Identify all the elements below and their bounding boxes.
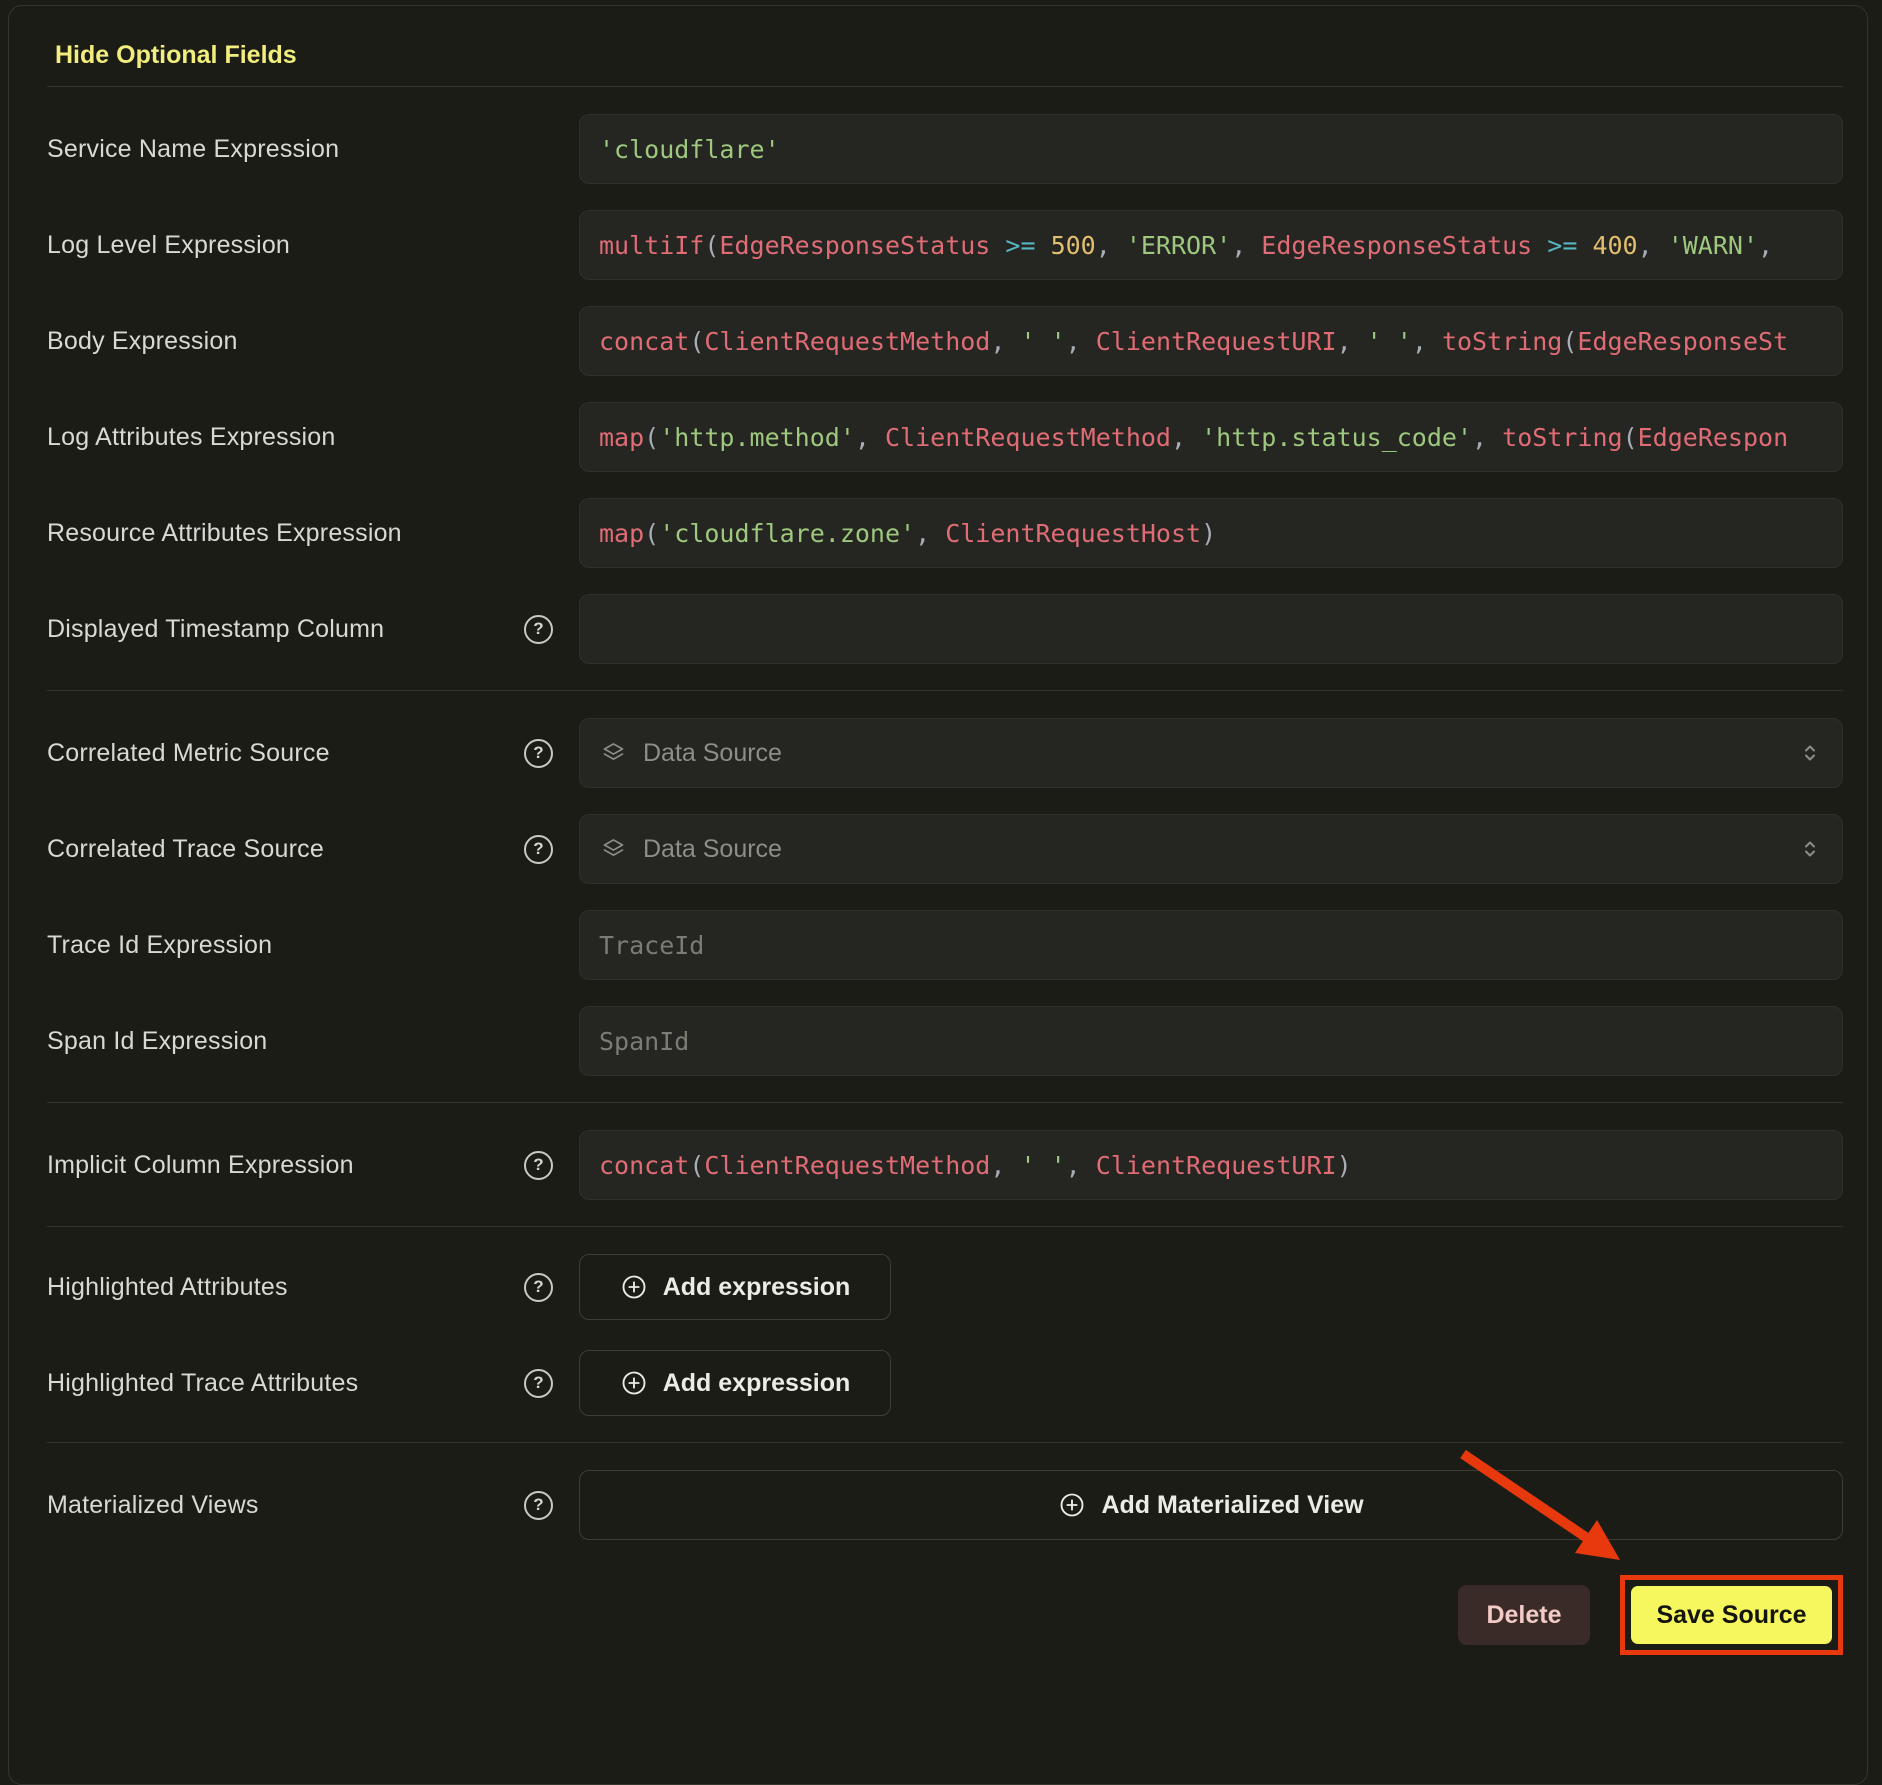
select-placeholder: Data Source (643, 835, 782, 864)
resource-attributes-row: Resource Attributes Expression map('clou… (47, 498, 1843, 568)
help-icon[interactable]: ? (524, 1273, 553, 1302)
resource-attributes-input[interactable]: map('cloudflare.zone', ClientRequestHost… (579, 498, 1843, 568)
displayed-timestamp-row: Displayed Timestamp Column ? (47, 594, 1843, 664)
add-materialized-view-label: Add Materialized View (1101, 1491, 1363, 1520)
correlated-metric-select[interactable]: Data Source (579, 718, 1843, 788)
trace-id-row: Trace Id Expression (47, 910, 1843, 980)
highlighted-trace-attributes-label: Highlighted Trace Attributes (47, 1369, 358, 1398)
plus-circle-icon (620, 1369, 648, 1397)
trace-id-input[interactable] (579, 910, 1843, 980)
add-expression-label: Add expression (663, 1273, 851, 1302)
divider (47, 86, 1843, 87)
body-expression-row: Body Expression concat(ClientRequestMeth… (47, 306, 1843, 376)
log-level-label: Log Level Expression (47, 231, 290, 260)
highlighted-attributes-label: Highlighted Attributes (47, 1273, 288, 1302)
log-level-row: Log Level Expression multiIf(EdgeRespons… (47, 210, 1843, 280)
resource-attributes-label: Resource Attributes Expression (47, 519, 402, 548)
help-icon[interactable]: ? (524, 1491, 553, 1520)
divider (47, 1442, 1843, 1443)
highlighted-attributes-row: Highlighted Attributes ? Add expression (47, 1254, 1843, 1320)
implicit-column-label: Implicit Column Expression (47, 1151, 354, 1180)
materialized-views-label: Materialized Views (47, 1491, 259, 1520)
correlated-trace-select[interactable]: Data Source (579, 814, 1843, 884)
service-name-label: Service Name Expression (47, 135, 339, 164)
add-expression-button[interactable]: Add expression (579, 1254, 891, 1320)
log-attributes-label: Log Attributes Expression (47, 423, 336, 452)
log-level-input[interactable]: multiIf(EdgeResponseStatus >= 500, 'ERRO… (579, 210, 1843, 280)
add-expression-label: Add expression (663, 1369, 851, 1398)
footer-actions: Delete Save Source (47, 1578, 1843, 1652)
span-id-label: Span Id Expression (47, 1027, 267, 1056)
body-expression-input[interactable]: concat(ClientRequestMethod, ' ', ClientR… (579, 306, 1843, 376)
body-expression-label: Body Expression (47, 327, 238, 356)
layers-icon (600, 836, 627, 863)
select-placeholder: Data Source (643, 739, 782, 768)
plus-circle-icon (1058, 1491, 1086, 1519)
plus-circle-icon (620, 1273, 648, 1301)
source-settings-panel: Hide Optional Fields Service Name Expres… (8, 5, 1868, 1785)
span-id-input[interactable] (579, 1006, 1843, 1076)
chevron-selector-icon (1798, 837, 1822, 861)
divider (47, 690, 1843, 691)
implicit-column-row: Implicit Column Expression ? concat(Clie… (47, 1130, 1843, 1200)
service-name-row: Service Name Expression 'cloudflare' (47, 114, 1843, 184)
red-highlight-box: Save Source (1620, 1575, 1843, 1655)
correlated-metric-row: Correlated Metric Source ? Data Source (47, 718, 1843, 788)
span-id-row: Span Id Expression (47, 1006, 1843, 1076)
add-materialized-view-button[interactable]: Add Materialized View (579, 1470, 1843, 1540)
displayed-timestamp-label: Displayed Timestamp Column (47, 615, 384, 644)
help-icon[interactable]: ? (524, 739, 553, 768)
displayed-timestamp-input[interactable] (579, 594, 1843, 664)
log-attributes-input[interactable]: map('http.method', ClientRequestMethod, … (579, 402, 1843, 472)
chevron-selector-icon (1798, 741, 1822, 765)
divider (47, 1226, 1843, 1227)
layers-icon (600, 740, 627, 767)
highlighted-trace-attributes-row: Highlighted Trace Attributes ? Add expre… (47, 1350, 1843, 1416)
correlated-trace-label: Correlated Trace Source (47, 835, 324, 864)
implicit-column-input[interactable]: concat(ClientRequestMethod, ' ', ClientR… (579, 1130, 1843, 1200)
materialized-views-row: Materialized Views ? Add Materialized Vi… (47, 1470, 1843, 1540)
add-expression-button[interactable]: Add expression (579, 1350, 891, 1416)
delete-button[interactable]: Delete (1458, 1585, 1590, 1645)
save-source-button[interactable]: Save Source (1631, 1586, 1832, 1644)
trace-id-label: Trace Id Expression (47, 931, 272, 960)
help-icon[interactable]: ? (524, 1151, 553, 1180)
help-icon[interactable]: ? (524, 615, 553, 644)
hide-optional-fields-link[interactable]: Hide Optional Fields (55, 41, 297, 69)
divider (47, 1102, 1843, 1103)
correlated-trace-row: Correlated Trace Source ? Data Source (47, 814, 1843, 884)
log-attributes-row: Log Attributes Expression map('http.meth… (47, 402, 1843, 472)
help-icon[interactable]: ? (524, 835, 553, 864)
correlated-metric-label: Correlated Metric Source (47, 739, 330, 768)
help-icon[interactable]: ? (524, 1369, 553, 1398)
service-name-input[interactable]: 'cloudflare' (579, 114, 1843, 184)
